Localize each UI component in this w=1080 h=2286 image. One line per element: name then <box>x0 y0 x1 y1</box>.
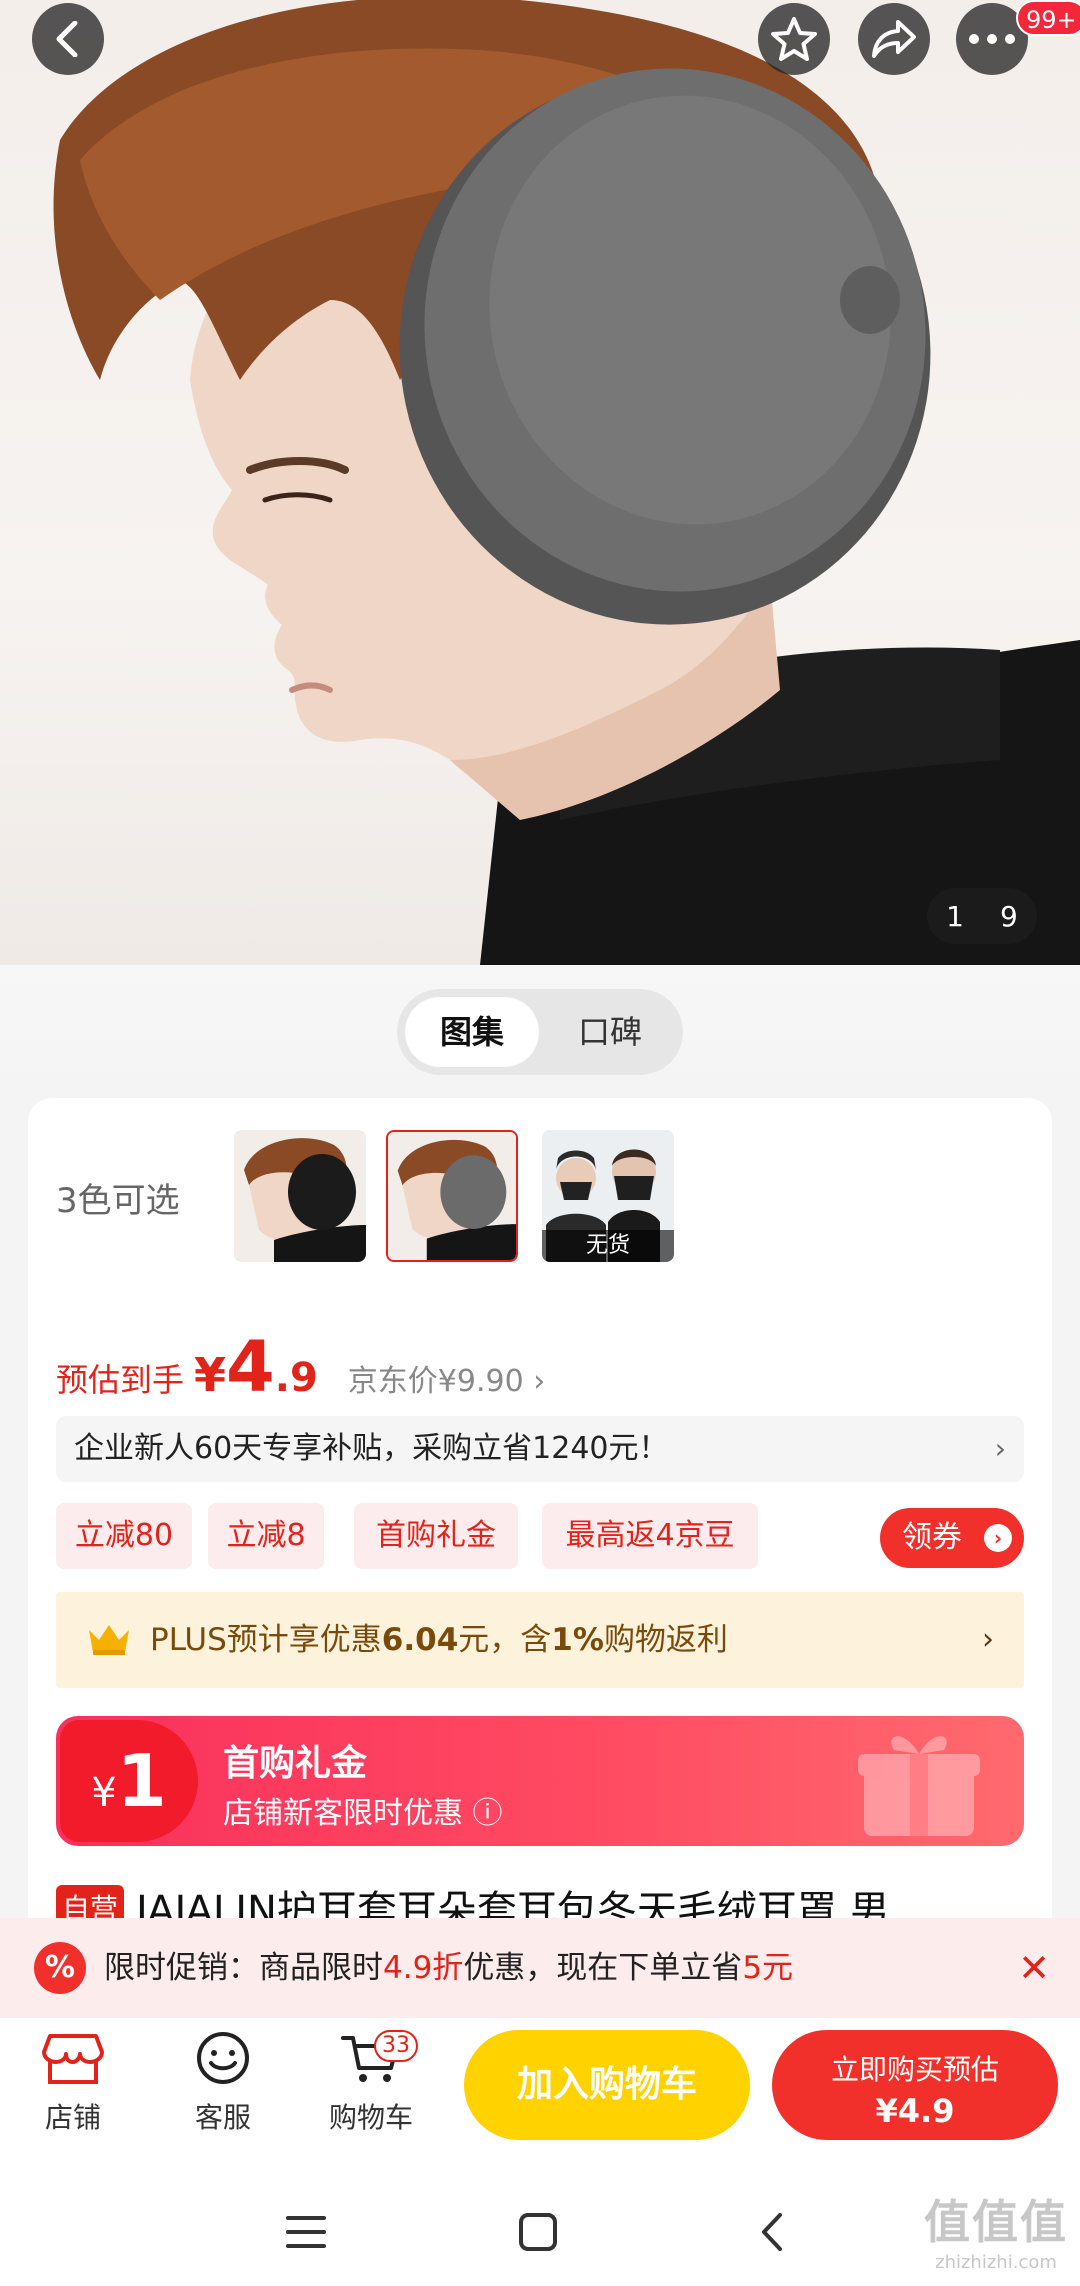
buy-now-price: ¥4.9 <box>875 2092 955 2130</box>
share-icon <box>872 20 916 58</box>
image-counter-current: 1 <box>946 899 964 933</box>
chevron-left-icon <box>56 21 78 57</box>
color-option-gray[interactable] <box>386 1130 518 1262</box>
image-counter: 1 9 <box>927 888 1037 944</box>
back-nav-icon[interactable] <box>758 2212 786 2252</box>
discount-tag[interactable]: 立减80 <box>56 1503 192 1569</box>
system-navigation-bar <box>0 2178 1080 2286</box>
notification-badge: 99+ <box>1016 0 1080 36</box>
buy-now-label: 立即购买预估 <box>830 2053 999 2086</box>
add-to-cart-button[interactable]: 加入购物车 <box>464 2030 750 2140</box>
tab-reviews[interactable]: 口碑 <box>543 997 677 1067</box>
get-coupon-button[interactable]: 领券 › <box>880 1508 1024 1568</box>
cart-label: 购物车 <box>328 2101 413 2134</box>
watermark: 值值值 zhizhizhi.com <box>924 2186 1068 2273</box>
enterprise-subsidy-text: 企业新人60天专享补贴，采购立省1240元！ <box>74 1431 669 1466</box>
enterprise-subsidy-bar[interactable]: 企业新人60天专享补贴，采购立省1240元！ › <box>56 1416 1024 1482</box>
color-option-mask[interactable]: 无货 <box>542 1130 674 1262</box>
media-tabs: 图集 口碑 <box>397 989 683 1075</box>
customer-service-label: 客服 <box>194 2101 251 2134</box>
watermark-logo: 值值值 <box>924 2195 1068 2249</box>
tab-gallery[interactable]: 图集 <box>405 997 539 1067</box>
first-purchase-tag[interactable]: 首购礼金 <box>354 1503 518 1569</box>
gift-box-icon <box>858 1736 980 1836</box>
cart-count-badge: 33 <box>374 2030 418 2062</box>
price-currency: ¥ <box>194 1348 227 1402</box>
color-count-label: 3色可选 <box>56 1181 180 1221</box>
jd-price-link[interactable]: 京东价¥9.90 › <box>348 1356 545 1400</box>
discount-tag[interactable]: 立减8 <box>208 1503 324 1569</box>
price-row: 预估到手 ¥ 4 .9 京东价¥9.90 › <box>56 1326 545 1408</box>
watermark-url: zhizhizhi.com <box>935 2252 1057 2273</box>
star-icon <box>771 17 817 61</box>
more-dots-icon <box>969 34 1015 44</box>
price-integer: 4 <box>226 1326 275 1408</box>
plus-member-bar[interactable]: PLUS预计享优惠6.04元，含1%购物返利 › <box>56 1592 1024 1688</box>
customer-service-button[interactable]: 客服 <box>168 2032 278 2136</box>
price-decimal: .9 <box>274 1355 318 1401</box>
chevron-right-icon: › <box>984 1524 1012 1552</box>
shop-button[interactable]: 店铺 <box>18 2032 128 2136</box>
favorite-button[interactable] <box>758 3 830 75</box>
bottom-action-bar: 店铺 客服 购物车 33 加入购物车 立即购买预估 ¥4.9 <box>0 2004 1080 2178</box>
home-icon[interactable] <box>518 2212 558 2252</box>
share-button[interactable] <box>858 3 930 75</box>
gift-title: 首购礼金 <box>223 1743 368 1784</box>
chevron-right-icon: › <box>982 1622 994 1657</box>
crown-icon <box>89 1625 129 1655</box>
discount-percent-icon: % <box>34 1942 86 1994</box>
back-button[interactable] <box>32 3 104 75</box>
menu-icon[interactable] <box>286 2214 326 2250</box>
close-icon[interactable]: ✕ <box>1018 1918 1050 2018</box>
color-thumb-image <box>234 1130 366 1262</box>
buy-tip-arrow <box>900 2004 928 2018</box>
gift-amount: ¥1 <box>60 1720 198 1842</box>
smile-chat-icon <box>197 2032 249 2084</box>
first-purchase-gift-banner[interactable]: ¥1 首购礼金 店铺新客限时优惠 ⓘ <box>56 1716 1024 1846</box>
shop-label: 店铺 <box>44 2101 101 2134</box>
chevron-right-icon: › <box>994 1432 1006 1465</box>
product-detail-page: 99+ 1 9 图集 口碑 3色可选 无货 预估到手 ¥ 4 .9 京东价¥9.… <box>0 0 1080 2286</box>
get-coupon-label: 领券 <box>902 1520 962 1555</box>
buy-now-button[interactable]: 立即购买预估 ¥4.9 <box>772 2030 1058 2140</box>
flash-sale-text: 限时促销：商品限时4.9折优惠，现在下单立省5元 <box>104 1950 794 1986</box>
estimated-price-label: 预估到手 <box>56 1361 185 1399</box>
plus-text: PLUS预计享优惠6.04元，含1%购物返利 <box>150 1622 728 1658</box>
store-icon <box>42 2034 104 2084</box>
gift-subtitle: 店铺新客限时优惠 ⓘ <box>223 1796 503 1831</box>
jd-beans-tag[interactable]: 最高返4京豆 <box>542 1503 758 1569</box>
flash-sale-bar[interactable]: % 限时促销：商品限时4.9折优惠，现在下单立省5元 ✕ <box>0 1918 1080 2018</box>
out-of-stock-label: 无货 <box>542 1230 674 1262</box>
product-photo <box>53 0 1080 965</box>
color-thumb-image <box>388 1132 516 1260</box>
product-image-carousel[interactable]: 99+ 1 9 <box>0 0 1080 965</box>
color-option-black[interactable] <box>234 1130 366 1262</box>
image-counter-total: 9 <box>1000 899 1018 933</box>
